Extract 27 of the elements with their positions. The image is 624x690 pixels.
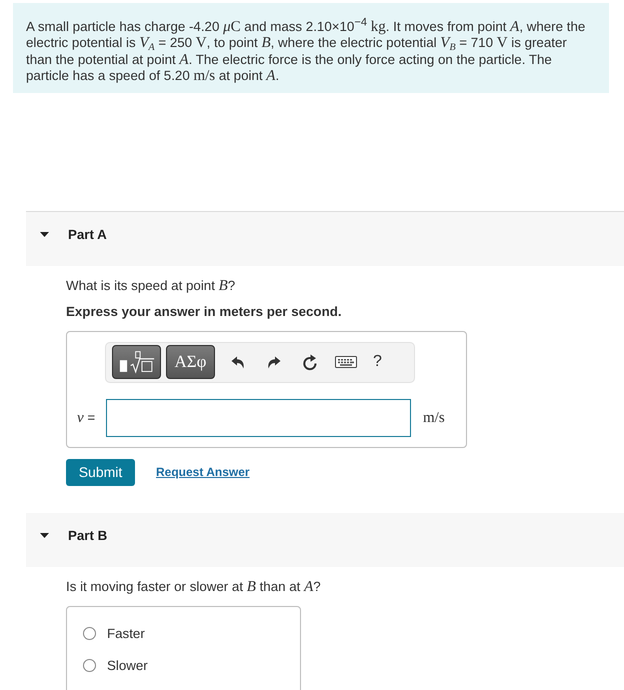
submit-button[interactable]: Submit [66, 458, 135, 486]
answer-input[interactable] [106, 398, 411, 437]
help-button[interactable]: ? [373, 353, 382, 372]
redo-icon[interactable] [267, 356, 281, 369]
question-text: Is it moving faster or slower at B than at A? [66, 578, 322, 595]
caret-icon[interactable] [40, 530, 49, 540]
option-label[interactable]: Slower [107, 658, 148, 674]
problem-text: A small particle has charge -4.20 μC and mass 2.10×10$^{−4}$ kg. It moves from point A, where the electric potential is V$_{A}$ = 250 V, to point B, where the electric potential V$_{B}$ = 710 V is greater than the potential at point A. The electric force is the only force acting on the particle. The particle has a speed of 5.20 m/s at point A. [26, 19, 586, 85]
radio-button[interactable] [83, 659, 96, 672]
part-header[interactable]: Part A [26, 212, 624, 266]
reset-icon[interactable] [302, 354, 318, 371]
variable-label: v = [77, 410, 96, 426]
undo-icon[interactable] [231, 356, 245, 369]
radio-button[interactable] [83, 627, 96, 640]
part-title[interactable]: Part B [68, 528, 108, 544]
request-answer-link[interactable]: Request Answer [156, 465, 250, 480]
part-header[interactable]: Part B [26, 512, 624, 567]
question-text: What is its speed at point B? [66, 278, 236, 294]
caret-icon[interactable] [40, 230, 49, 239]
part-title[interactable]: Part A [68, 226, 107, 243]
option-label[interactable]: Faster [107, 626, 145, 642]
templates-button[interactable] [112, 345, 161, 380]
instruction-text: Express your answer in meters per second. [66, 304, 343, 320]
root-template-icon [118, 350, 154, 374]
unit-label: m/s [423, 410, 445, 426]
greek-letters-button[interactable]: ΑΣφ [166, 345, 215, 380]
keyboard-icon[interactable] [335, 356, 357, 368]
